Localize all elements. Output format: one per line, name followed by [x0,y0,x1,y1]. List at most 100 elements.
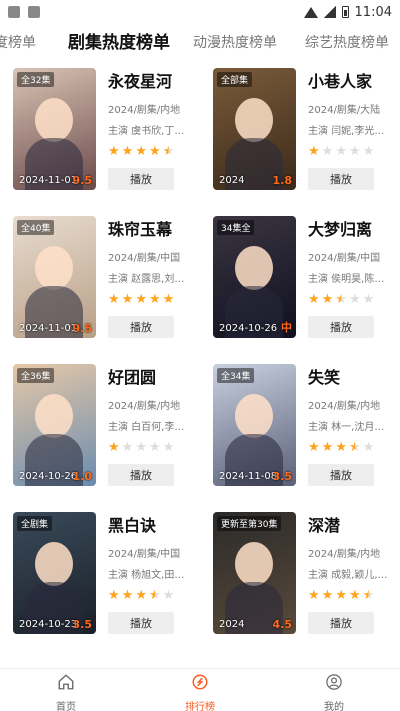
nav-home[interactable]: 首页 [36,673,96,711]
star-icon: ★ [321,292,334,307]
play-button[interactable]: 播放 [308,168,374,190]
episode-badge: 全34集 [217,368,255,383]
episode-badge: 34集全 [217,220,255,235]
star-icon: ★ [162,588,175,603]
star-icon: ★ [335,440,347,455]
poster-figure-face [35,246,73,290]
star-icon: ★ [121,144,134,159]
poster-figure-face [235,98,273,142]
star-icon: ★ [121,292,134,307]
nav-home-label: 首页 [56,702,76,711]
drama-title[interactable]: 深潜 [308,512,392,536]
drama-title[interactable]: 永夜星河 [108,68,192,92]
play-button[interactable]: 播放 [308,612,374,634]
poster-image[interactable]: 全32集 2024-11-01 9.5 [13,68,96,190]
poster-image[interactable]: 全36集 2024-10-26 1.0 [13,364,96,486]
release-date: 2024-10-26 [19,471,78,482]
rating-stars: ★ ★ ★ ★ ★ [108,293,192,306]
drama-title[interactable]: 失笑 [308,364,392,388]
poster-image[interactable]: 全40集 2024-11-01 9.5 [13,216,96,338]
status-time: 11:04 [354,4,392,20]
drama-info: 好团圆 2024/剧集/内地 主演 白百何,李… ★ ★ ★ ★ ★ 播放 [108,364,192,486]
play-button[interactable]: 播放 [108,464,174,486]
release-date: 2024-11-01 [19,323,78,334]
poster-image[interactable]: 34集全 2024-10-26 中 [213,216,296,338]
notification-image-icon [8,6,20,18]
play-button[interactable]: 播放 [308,464,374,486]
home-icon [58,674,74,690]
drama-card[interactable]: 全40集 2024-11-01 9.5 珠帘玉幕 2024/剧集/中国 主演 赵露思,刘…… [0,208,195,343]
play-button[interactable]: 播放 [108,612,174,634]
rating-stars: ★ ★ ★ ★ ★ [308,589,392,602]
poster-image[interactable]: 更新至第30集 2024 4.5 [213,512,296,634]
rating-stars: ★ ★ ★ ★ ★ [108,145,192,158]
drama-card[interactable]: 全32集 2024-11-01 9.5 永夜星河 2024/剧集/内地 主演 虞书欣,丁…… [0,60,195,195]
rating-stars: ★ ★ ★ ★ ★ [308,293,392,306]
release-date: 2024 [219,175,245,186]
drama-title[interactable]: 好团圆 [108,364,192,388]
play-button[interactable]: 播放 [108,316,174,338]
star-icon: ★ [121,588,134,603]
drama-cast: 主演 白百何,李… [108,422,185,433]
star-icon: ★ [108,440,120,455]
signal-icon [323,6,336,18]
ranking-icon [192,674,208,690]
drama-card[interactable]: 全剧集 2024-10-23 3.5 黑白诀 2024/剧集/中国 主演 杨旭文,田… ★ ★… [0,504,195,639]
drama-card[interactable]: 全34集 2024-11-08 3.5 失笑 2024/剧集/内地 主演 林一,沈月… ★ ★… [200,356,395,491]
status-bar: 11:04 [0,0,400,24]
drama-title[interactable]: 珠帘玉幕 [108,216,192,240]
star-icon: ★ [135,588,147,603]
battery-icon [341,6,349,18]
bottom-navigation: 首页 排行榜 我的 [0,668,400,711]
nav-profile[interactable]: 我的 [304,673,364,711]
star-icon: ★ [348,588,361,603]
play-button[interactable]: 播放 [108,168,174,190]
drama-card[interactable]: 全部集 2024 1.8 小巷人家 2024/剧集/大陆 主演 闫妮,李光… ★ ★ ★ ★ ★ 播放 [200,60,395,195]
star-icon: ★ [362,144,375,159]
star-icon: ★ [162,440,175,455]
star-icon: ★ [135,440,147,455]
drama-title[interactable]: 大梦归离 [308,216,392,240]
star-icon: ★ [108,144,120,159]
drama-cast: 主演 成毅,颖儿,… [308,570,388,581]
star-icon: ★ [321,588,334,603]
episode-badge: 全剧集 [17,516,53,531]
drama-card[interactable]: 全36集 2024-10-26 1.0 好团圆 2024/剧集/内地 主演 白百何,李… ★… [0,356,195,491]
drama-card[interactable]: 更新至第30集 2024 4.5 深潜 2024/剧集/内地 主演 成毅,颖儿,… ★ ★ ★ ★… [200,504,395,639]
tab-variety-ranking[interactable]: 综艺热度榜单 [305,26,389,60]
rating-stars: ★ ★ ★ ★ ★ [108,589,192,602]
poster-image[interactable]: 全部集 2024 1.8 [213,68,296,190]
tab-partial[interactable]: 度榜单 [0,26,36,60]
poster-image[interactable]: 全34集 2024-11-08 3.5 [213,364,296,486]
star-icon: ★ [308,144,320,159]
star-icon: ★ [308,588,320,603]
star-icon: ★ [148,292,161,307]
poster-figure-face [235,246,273,290]
star-icon: ★ [148,440,161,455]
poster-image[interactable]: 全剧集 2024-10-23 3.5 [13,512,96,634]
episode-badge: 全36集 [17,368,55,383]
drama-info: 永夜星河 2024/剧集/内地 主演 虞书欣,丁… ★ ★ ★ ★ ★ 播放 [108,68,192,190]
poster-score: 1.8 [272,174,293,187]
drama-info: 深潜 2024/剧集/内地 主演 成毅,颖儿,… ★ ★ ★ ★ ★ 播放 [308,512,392,634]
tab-anime-ranking[interactable]: 动漫热度榜单 [193,26,277,60]
star-icon: ★ [308,292,320,307]
release-date: 2024-10-26 [219,323,278,334]
star-icon: ★ [348,292,361,307]
drama-card[interactable]: 34集全 2024-10-26 中大梦归离 2024/剧集/中国 主演 侯明昊,陈… ★ ★… [200,208,395,343]
profile-icon [326,674,342,690]
tab-drama-ranking[interactable]: 剧集热度榜单 [68,26,170,60]
play-button[interactable]: 播放 [308,316,374,338]
drama-meta: 2024/剧集/内地 [308,549,381,560]
nav-ranking[interactable]: 排行榜 [170,673,230,711]
drama-info: 珠帘玉幕 2024/剧集/中国 主演 赵露思,刘… ★ ★ ★ ★ ★ 播放 [108,216,192,338]
drama-cast: 主演 林一,沈月… [308,422,385,433]
poster-score: 9.5 [72,322,93,335]
star-icon: ★ [135,144,147,159]
wifi-icon [304,6,318,18]
drama-meta: 2024/剧集/大陆 [308,105,381,116]
drama-cast: 主演 侯明昊,陈… [308,274,385,285]
rating-stars: ★ ★ ★ ★ ★ [308,441,392,454]
drama-title[interactable]: 小巷人家 [308,68,392,92]
drama-title[interactable]: 黑白诀 [108,512,192,536]
